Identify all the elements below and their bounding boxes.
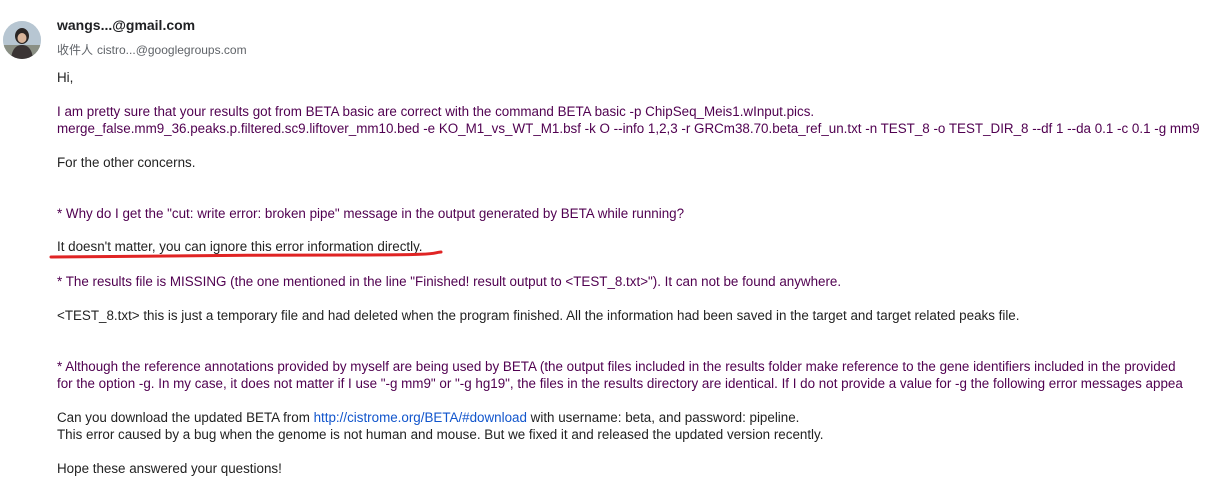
paragraph-line: For the other concerns. — [57, 155, 196, 170]
recipient-line: 收件人 cistro...@googlegroups.com — [57, 41, 247, 58]
question-line: for the option -g. In my case, it does n… — [57, 376, 1183, 391]
answer-line: Can you download the updated BETA from h… — [57, 409, 799, 426]
answer-line: This error caused by a bug when the geno… — [57, 427, 824, 442]
answer-text: Can you download the updated BETA from — [57, 410, 314, 425]
closing-line: Hope these answered your questions! — [57, 461, 282, 476]
sender-avatar[interactable] — [3, 21, 41, 59]
recipient-email[interactable]: cistro...@googlegroups.com — [97, 43, 247, 57]
question-line: * Why do I get the "cut: write error: br… — [57, 206, 685, 221]
recipient-label: 收件人 — [57, 43, 94, 57]
answer-text: with username: beta, and password: pipel… — [526, 410, 800, 425]
red-underline-annotation — [49, 250, 443, 259]
paragraph-line: merge_false.mm9_36.peaks.p.filtered.sc9.… — [57, 121, 1200, 136]
avatar-photo-icon — [3, 21, 41, 59]
email-message: wangs...@gmail.com 收件人 cistro...@googlegr… — [0, 0, 1222, 490]
download-link[interactable]: http://cistrome.org/BETA/#download — [314, 410, 527, 425]
question-line: * The results file is MISSING (the one m… — [57, 274, 842, 289]
question-line: * Although the reference annotations pro… — [57, 359, 1176, 374]
paragraph-line: I am pretty sure that your results got f… — [57, 104, 815, 119]
greeting: Hi, — [57, 70, 74, 85]
answer-line: <TEST_8.txt> this is just a temporary fi… — [57, 308, 1020, 323]
sender-email[interactable]: wangs...@gmail.com — [57, 17, 195, 33]
